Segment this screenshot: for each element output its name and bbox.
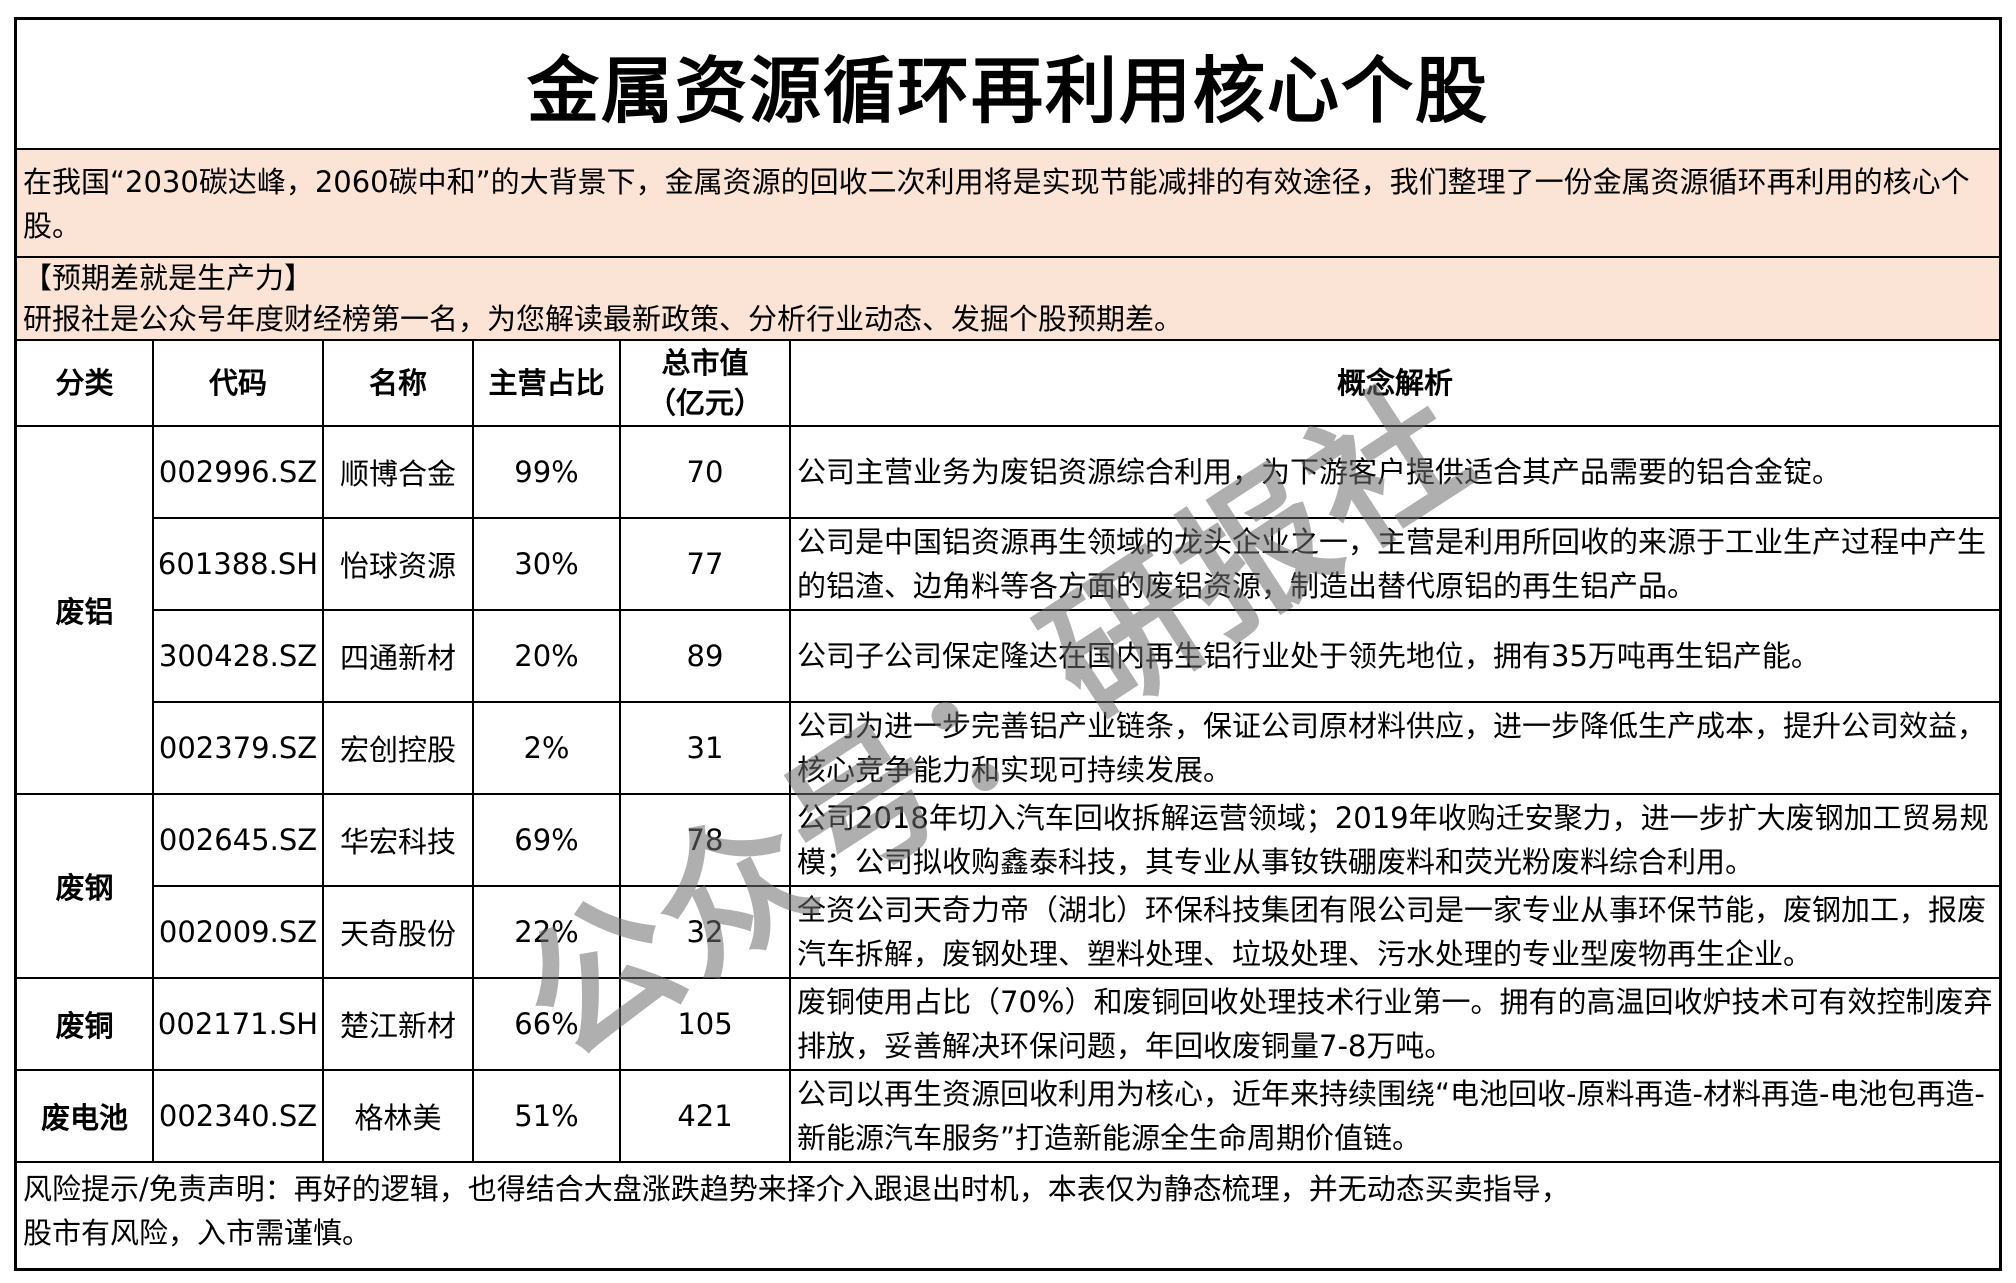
disclaimer-line2: 股市有风险，入市需谨慎。 (23, 1216, 372, 1250)
promo-heading: 【预期差就是生产力】 (23, 261, 314, 295)
revenue-share: 20% (472, 609, 621, 703)
market-cap: 31 (619, 701, 791, 795)
revenue-share: 69% (472, 793, 621, 887)
stock-code: 002009.SZ (153, 885, 324, 979)
table-row: 300428.SZ 四通新材 20% 89 公司子公司保定隆达在国内再生铝行业处… (17, 609, 1999, 703)
header-category: 分类 (17, 341, 154, 427)
header-market-cap-line2: （亿元） (646, 386, 763, 420)
market-cap: 78 (619, 793, 791, 887)
concept-description: 公司主营业务为废铝资源综合利用，为下游客户提供适合其产品需要的铝合金锭。 (789, 425, 1999, 519)
stock-code: 300428.SZ (153, 609, 324, 703)
concept-description: 公司2018年切入汽车回收拆解运营领域；2019年收购迁安聚力，进一步扩大废钢加… (789, 793, 1999, 887)
concept-description: 全资公司天奇力帝（湖北）环保科技集团有限公司是一家专业从事环保节能，废钢加工，报… (789, 885, 1999, 979)
stock-table: 分类 代码 名称 主营占比 总市值 （亿元） 概念解析 废铝 002996.SZ… (17, 341, 1999, 1163)
table-row: 废铜 002171.SH 楚江新材 66% 105 废铜使用占比（70%）和废铜… (17, 977, 1999, 1071)
disclaimer: 风险提示/免责声明：再好的逻辑，也得结合大盘涨跌趋势来择介入跟退出时机，本表仅为… (17, 1163, 1999, 1259)
table-row: 废电池 002340.SZ 格林美 51% 421 公司以再生资源回收利用为核心… (17, 1069, 1999, 1163)
table-row: 601388.SH 怡球资源 30% 77 公司是中国铝资源再生领域的龙头企业之… (17, 517, 1999, 611)
table-row: 废铝 002996.SZ 顺博合金 99% 70 公司主营业务为废铝资源综合利用… (17, 425, 1999, 795)
stock-code: 002171.SH (152, 977, 324, 1071)
market-cap: 421 (619, 1069, 791, 1163)
stock-name: 顺博合金 (322, 425, 474, 519)
revenue-share: 99% (472, 425, 621, 519)
market-cap: 77 (619, 517, 791, 611)
header-name: 名称 (322, 341, 474, 427)
stock-name: 楚江新材 (322, 977, 474, 1071)
concept-description: 公司以再生资源回收利用为核心，近年来持续围绕“电池回收-原料再造-材料再造-电池… (789, 1069, 1999, 1163)
category-cell-steel: 废钢 (17, 793, 154, 979)
category-cell-aluminum: 废铝 (17, 425, 154, 795)
intro-text: 在我国“2030碳达峰，2060碳中和”的大背景下，金属资源的回收二次利用将是实… (17, 150, 1999, 258)
market-cap: 32 (619, 885, 791, 979)
category-cell-battery: 废电池 (17, 1069, 154, 1163)
table-row: 废钢 002645.SZ 华宏科技 69% 78 公司2018年切入汽车回收拆解… (17, 793, 1999, 979)
concept-description: 公司是中国铝资源再生领域的龙头企业之一，主营是利用所回收的来源于工业生产过程中产… (789, 517, 1999, 611)
stock-name: 格林美 (322, 1069, 474, 1163)
stock-name: 四通新材 (322, 609, 474, 703)
stock-code: 002340.SZ (152, 1069, 324, 1163)
stock-code: 601388.SH (153, 517, 324, 611)
table-row: 002379.SZ 宏创控股 2% 31 公司为进一步完善铝产业链条，保证公司原… (17, 701, 1999, 795)
stock-name: 华宏科技 (322, 793, 474, 887)
concept-description: 废铜使用占比（70%）和废铜回收处理技术行业第一。拥有的高温回收炉技术可有效控制… (789, 977, 1999, 1071)
disclaimer-line1: 风险提示/免责声明：再好的逻辑，也得结合大盘涨跌趋势来择介入跟退出时机，本表仅为… (23, 1172, 1570, 1206)
stock-name: 宏创控股 (322, 701, 474, 795)
page-title: 金属资源循环再利用核心个股 (17, 20, 1999, 150)
header-code: 代码 (152, 341, 324, 427)
revenue-share: 22% (472, 885, 621, 979)
market-cap: 70 (619, 425, 791, 519)
category-cell-copper: 废铜 (17, 977, 154, 1071)
market-cap: 105 (619, 977, 791, 1071)
header-market-cap: 总市值 （亿元） (619, 341, 791, 427)
revenue-share: 30% (472, 517, 621, 611)
concept-description: 公司子公司保定隆达在国内再生铝行业处于领先地位，拥有35万吨再生铝产能。 (789, 609, 1999, 703)
market-cap: 89 (619, 609, 791, 703)
stock-code: 002645.SZ (152, 793, 324, 887)
table-row: 002009.SZ 天奇股份 22% 32 全资公司天奇力帝（湖北）环保科技集团… (17, 885, 1999, 979)
revenue-share: 66% (472, 977, 621, 1071)
stock-code: 002379.SZ (153, 701, 324, 795)
promo-text: 研报社是公众号年度财经榜第一名，为您解读最新政策、分析行业动态、发掘个股预期差。 (23, 302, 1184, 336)
stock-table-sheet: 金属资源循环再利用核心个股 在我国“2030碳达峰，2060碳中和”的大背景下，… (14, 17, 2002, 1271)
concept-description: 公司为进一步完善铝产业链条，保证公司原材料供应，进一步降低生产成本，提升公司效益… (789, 701, 1999, 795)
header-concept: 概念解析 (789, 341, 1999, 427)
table-header-row: 分类 代码 名称 主营占比 总市值 （亿元） 概念解析 (17, 341, 1999, 427)
stock-name: 天奇股份 (322, 885, 474, 979)
revenue-share: 2% (472, 701, 621, 795)
header-share: 主营占比 (472, 341, 621, 427)
promo-block: 【预期差就是生产力】 研报社是公众号年度财经榜第一名，为您解读最新政策、分析行业… (17, 258, 1999, 341)
revenue-share: 51% (472, 1069, 621, 1163)
stock-name: 怡球资源 (322, 517, 474, 611)
header-market-cap-line1: 总市值 (661, 346, 749, 380)
stock-code: 002996.SZ (152, 425, 324, 519)
